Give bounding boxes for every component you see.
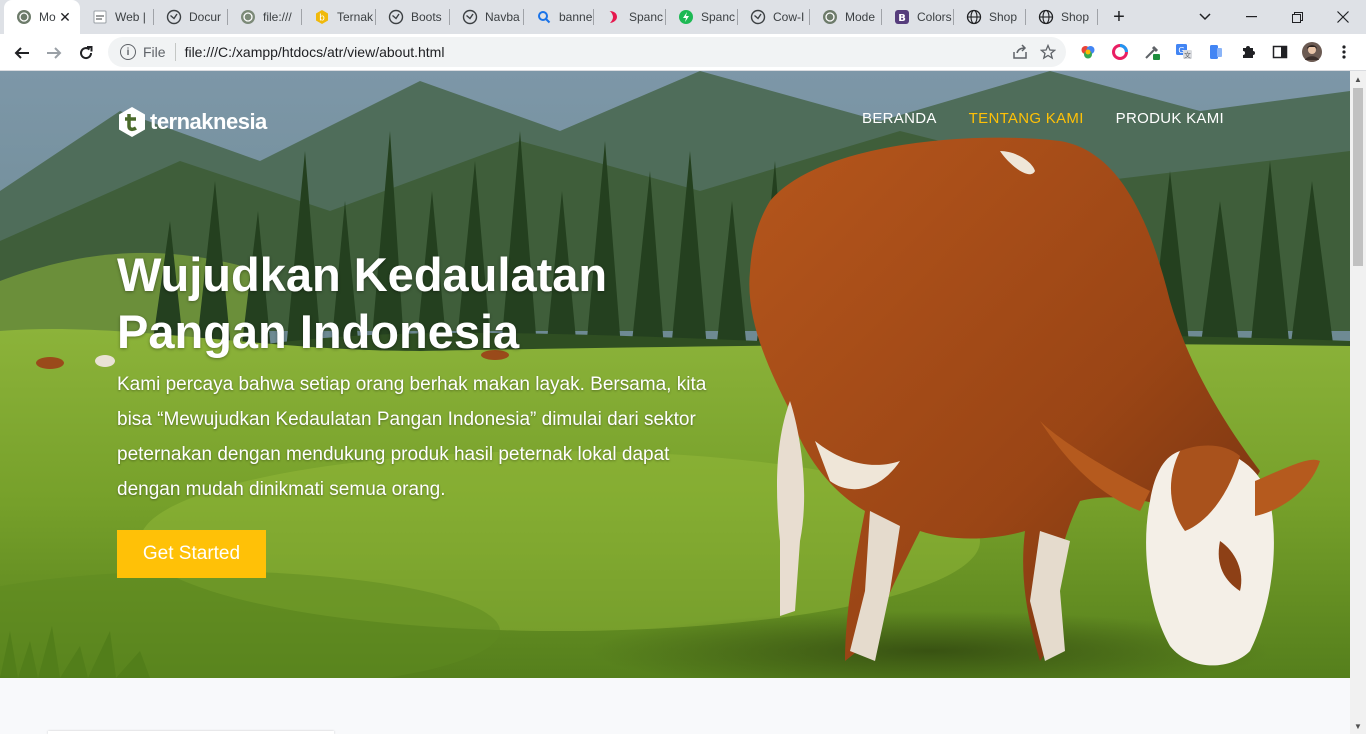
tab-12[interactable]: B Colors	[882, 0, 954, 34]
hero-headline-line1: Wujudkan Kedaulatan	[117, 248, 608, 301]
svg-text:文: 文	[1184, 51, 1191, 60]
globe-icon	[966, 9, 982, 25]
tab-label: Docur	[189, 10, 222, 24]
tab-6[interactable]: Navba	[450, 0, 524, 34]
globe-icon	[1038, 9, 1054, 25]
brand-logo-link[interactable]: ternaknesia	[117, 106, 267, 138]
globe-icon	[750, 9, 766, 25]
tab-label: Spanc	[701, 10, 736, 24]
bitbucket-icon	[606, 9, 622, 25]
restore-icon[interactable]	[1274, 0, 1320, 34]
tab-label: Boots	[411, 10, 442, 24]
hero-headline-line2: Pangan Indonesia	[117, 305, 520, 358]
page-viewport: ternaknesia BERANDA TENTANG KAMI PRODUK …	[0, 71, 1350, 734]
tab-label: banne	[559, 10, 593, 24]
tab-label: Cow-I	[773, 10, 805, 24]
tab-1[interactable]: Web |	[80, 0, 154, 34]
brand-name: ternaknesia	[150, 109, 267, 134]
tab-3[interactable]: file:///	[228, 0, 302, 34]
bolt-icon	[678, 9, 694, 25]
tab-label: Ternak	[337, 10, 374, 24]
tab-7[interactable]: banne	[524, 0, 594, 34]
svg-text:b: b	[319, 14, 325, 24]
bootstrap-icon: B	[894, 9, 910, 25]
scroll-down-arrow-icon[interactable]: ▼	[1350, 718, 1366, 734]
tab-label: Web |	[115, 10, 146, 24]
nav-link-tentang-kami[interactable]: TENTANG KAMI	[969, 110, 1084, 127]
address-bar[interactable]: i File file:///C:/xampp/htdocs/atr/view/…	[108, 37, 1066, 67]
nav-link-beranda[interactable]: BERANDA	[862, 110, 937, 127]
browser-toolbar: i File file:///C:/xampp/htdocs/atr/view/…	[0, 34, 1366, 71]
document-icon	[92, 9, 108, 25]
close-window-icon[interactable]	[1320, 0, 1366, 34]
hero-headline: Wujudkan Kedaulatan Pangan Indonesia	[117, 246, 757, 360]
tab-13[interactable]: Shop	[954, 0, 1026, 34]
get-started-button[interactable]: Get Started	[117, 530, 266, 578]
hero-section: ternaknesia BERANDA TENTANG KAMI PRODUK …	[0, 71, 1350, 678]
brand-logo-icon	[119, 107, 145, 137]
tab-5[interactable]: Boots	[376, 0, 450, 34]
kebab-menu-icon[interactable]	[1334, 42, 1354, 62]
globe-icon	[388, 9, 404, 25]
bitcoin-icon: b	[314, 9, 330, 25]
svg-text:B: B	[898, 13, 906, 24]
nav-link-produk-kami[interactable]: PRODUK KAMI	[1116, 110, 1224, 127]
tab-label: Shop	[989, 10, 1018, 24]
globe-icon	[462, 9, 478, 25]
tab-strip: Mo ✕ Web | Docur file:/// b Ternak Boots…	[0, 0, 1366, 34]
eyedropper-extension-icon[interactable]	[1142, 42, 1162, 62]
close-tab-icon[interactable]: ✕	[56, 8, 74, 26]
site-globe-icon	[16, 9, 32, 25]
tab-14[interactable]: Shop	[1026, 0, 1098, 34]
tab-label: file:///	[263, 10, 292, 24]
bookmark-star-icon[interactable]	[1034, 38, 1062, 66]
tab-label: Navba	[485, 10, 520, 24]
tab-label: Mo	[39, 10, 56, 24]
tab-8[interactable]: Spanc	[594, 0, 666, 34]
globe-icon	[166, 9, 182, 25]
hero-lead-text: Kami percaya bahwa setiap orang berhak m…	[117, 374, 707, 500]
back-arrow-icon[interactable]	[8, 39, 36, 67]
color-wheel-extension-icon[interactable]	[1110, 42, 1130, 62]
site-globe-icon	[240, 9, 256, 25]
puzzle-extensions-icon[interactable]	[1238, 42, 1258, 62]
next-section	[0, 678, 1350, 734]
url-text[interactable]: file:///C:/xampp/htdocs/atr/view/about.h…	[185, 44, 1006, 60]
tab-2[interactable]: Docur	[154, 0, 228, 34]
translate-extension-icon[interactable]: G文	[1174, 42, 1194, 62]
tab-0[interactable]: Mo ✕	[4, 0, 80, 34]
share-icon[interactable]	[1006, 38, 1034, 66]
tab-label: Spanc	[629, 10, 664, 24]
profile-avatar[interactable]	[1302, 42, 1322, 62]
tab-9[interactable]: Spanc	[666, 0, 738, 34]
scrollbar-thumb[interactable]	[1353, 88, 1363, 266]
tab-4[interactable]: b Ternak	[302, 0, 376, 34]
side-panel-icon[interactable]	[1270, 42, 1290, 62]
tab-11[interactable]: Mode	[810, 0, 882, 34]
tab-label: Mode	[845, 10, 876, 24]
site-globe-icon	[822, 9, 838, 25]
info-icon[interactable]: i	[120, 44, 136, 60]
responsive-viewer-extension-icon[interactable]	[1206, 42, 1226, 62]
new-tab-icon[interactable]: +	[1108, 6, 1130, 28]
page-scrollbar[interactable]: ▲ ▼	[1350, 71, 1366, 734]
main-nav: BERANDA TENTANG KAMI PRODUK KAMI	[862, 110, 1224, 127]
url-scheme: File	[143, 44, 166, 60]
tab-label: Colors	[917, 10, 952, 24]
scroll-up-arrow-icon[interactable]: ▲	[1350, 71, 1366, 87]
chevron-down-icon[interactable]	[1195, 7, 1215, 27]
minimize-icon[interactable]	[1228, 0, 1274, 34]
color-picker-extension-icon[interactable]	[1078, 42, 1098, 62]
forward-arrow-icon[interactable]	[40, 39, 68, 67]
tab-10[interactable]: Cow-I	[738, 0, 810, 34]
reload-icon[interactable]	[72, 39, 100, 67]
tab-label: Shop	[1061, 10, 1090, 24]
search-icon	[536, 9, 552, 25]
